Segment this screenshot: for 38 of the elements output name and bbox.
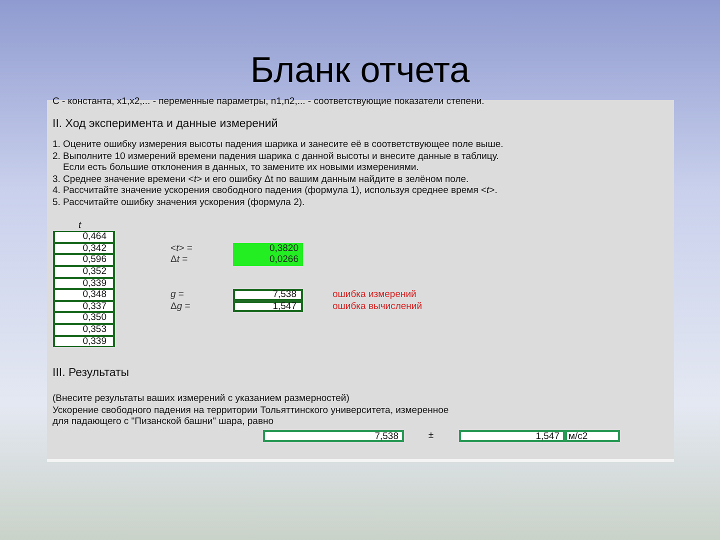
error-note: ошибка измерений bbox=[332, 289, 418, 301]
slide-title: Бланк отчета bbox=[250, 48, 470, 92]
hint-text: (Внесите результаты ваших измерений с указанием размерностей) bbox=[52, 393, 350, 405]
instruction-line: 4. Рассчитайте значение ускорения свободного падения (формула 1), используя среднее время <t>. bbox=[52, 185, 498, 197]
cut-off-text: С - константа, x1,x2,... - переменные параметры, n1,n2,... - соответствующие показатели степени. bbox=[52, 96, 486, 107]
result-sentence: Ускорение свободного падения на территории Тольяттинского университета, измеренное bbox=[52, 404, 450, 416]
result-value: 0,0266 bbox=[268, 254, 300, 266]
time-cell[interactable]: 0,337 bbox=[52, 300, 114, 312]
instruction-line: Если есть большие отклонения в данных, то замените их новыми измерениями. bbox=[62, 162, 420, 174]
time-cell[interactable]: 0,348 bbox=[52, 289, 114, 301]
plus-minus-sign: ± bbox=[427, 430, 435, 442]
instruction-line: 5. Рассчитайте ошибку значения ускорения (формула 2). bbox=[52, 196, 306, 209]
unit-cell[interactable]: м/с2 bbox=[564, 430, 620, 442]
time-cell[interactable]: 0,596 bbox=[52, 254, 114, 266]
result-value: 0,3820 bbox=[268, 242, 300, 254]
time-cell[interactable]: 0,352 bbox=[52, 266, 114, 278]
time-cell[interactable]: 0,464 bbox=[52, 231, 114, 243]
time-cell[interactable]: 0,353 bbox=[52, 324, 114, 336]
time-cell[interactable]: 0,339 bbox=[52, 278, 114, 290]
time-cell[interactable]: 0,342 bbox=[52, 242, 114, 254]
instruction-line: 1. Оцените ошибку измерения высоты падения шарика и занесите её в соответствующее поле выше. bbox=[52, 139, 504, 151]
formula-label: Δg = bbox=[170, 300, 192, 312]
result-sentence: для падающего с "Пизанской башни" шара, равно bbox=[52, 416, 275, 428]
section-heading: II. Ход эксперимента и данные измерений bbox=[52, 118, 279, 130]
instruction-line: 3. Среднее значение времени <t> и его ошибку Δt по вашим данным найдите в зелёном поле. bbox=[52, 174, 470, 186]
value-cell[interactable]: 7,538 bbox=[232, 289, 302, 301]
value-cell[interactable]: 1,547 bbox=[232, 300, 302, 312]
error-value-cell[interactable]: 1,547 bbox=[458, 430, 564, 442]
time-cell[interactable]: 0,339 bbox=[52, 336, 114, 348]
error-note: ошибка вычислений bbox=[332, 300, 424, 312]
formula-label: <t> = bbox=[170, 242, 194, 254]
formula-label: Δt = bbox=[170, 254, 189, 266]
formula-label: g = bbox=[170, 289, 185, 301]
section-heading: III. Результаты bbox=[52, 367, 130, 380]
instruction-line: 2. Выполните 10 измерений времени падения шарика с данной высоты и внесите данные в таблицу. bbox=[52, 150, 500, 162]
result-value-cell[interactable]: 7,538 bbox=[262, 430, 404, 442]
column-header: t bbox=[78, 220, 82, 232]
time-cell[interactable]: 0,350 bbox=[52, 312, 114, 324]
